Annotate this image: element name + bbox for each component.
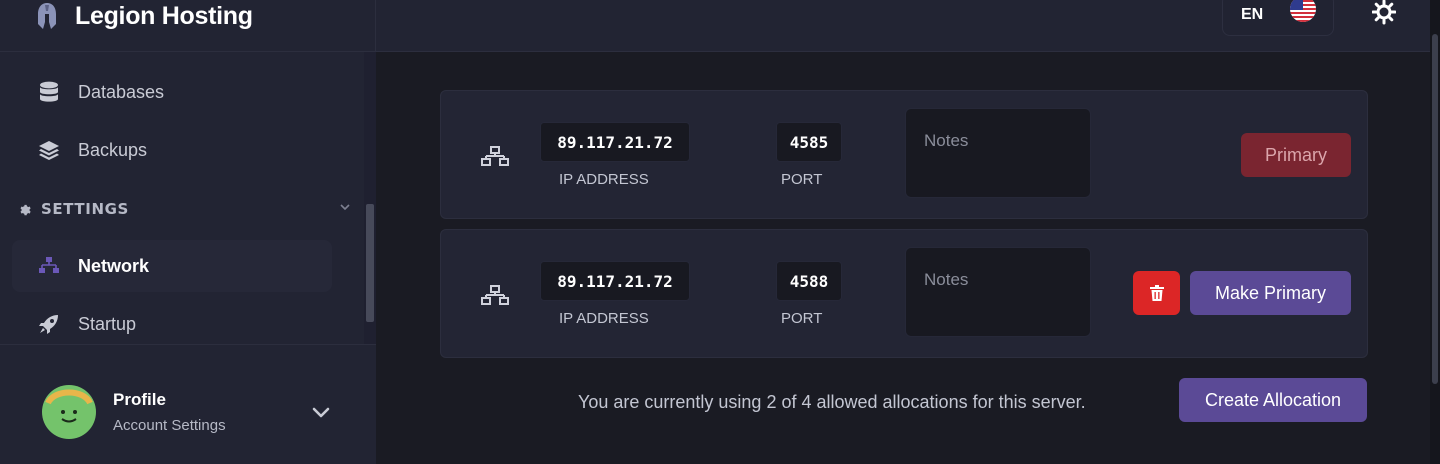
notes-field[interactable]: Notes (905, 108, 1091, 198)
network-icon (481, 146, 509, 166)
port-label: PORT (781, 310, 823, 327)
sidebar-item-databases[interactable]: Databases (12, 66, 332, 118)
sidebar-item-startup[interactable]: Startup (12, 298, 332, 350)
language-selector[interactable]: EN (1222, 0, 1334, 36)
trash-icon (1149, 285, 1164, 301)
sidebar-scrollbar[interactable] (364, 52, 376, 344)
delete-allocation-button[interactable] (1133, 271, 1180, 315)
chevron-down-icon (340, 204, 350, 211)
port-value[interactable]: 4588 (776, 261, 842, 301)
profile-subtitle: Account Settings (113, 417, 226, 434)
database-icon (38, 81, 60, 103)
smiley-avatar-icon (45, 389, 93, 423)
avatar[interactable] (42, 385, 96, 439)
brand-header: Legion Hosting (0, 0, 376, 52)
settings-section-toggle[interactable]: SETTINGS (18, 196, 358, 222)
network-icon (38, 255, 60, 277)
sidebar-item-label: Backups (78, 139, 148, 160)
sidebar: Legion Hosting Databases Backups SETTING… (0, 0, 376, 464)
notes-field[interactable]: Notes (905, 247, 1091, 337)
network-icon (481, 285, 509, 305)
port-value[interactable]: 4585 (776, 122, 842, 162)
profile-name: Profile (113, 390, 166, 409)
topbar: EN (376, 0, 1430, 52)
brand-name[interactable]: Legion Hosting (75, 0, 253, 32)
allocation-card: 89.117.21.72 IP ADDRESS 4585 PORT Notes … (440, 90, 1368, 219)
section-label: SETTINGS (41, 200, 129, 218)
us-flag-icon (1290, 0, 1316, 22)
gear-icon[interactable] (1372, 0, 1396, 26)
rocket-icon (38, 313, 60, 335)
primary-button[interactable]: Primary (1241, 133, 1351, 177)
sidebar-item-backups[interactable]: Backups (12, 124, 332, 176)
ip-address-value[interactable]: 89.117.21.72 (540, 261, 690, 301)
port-label: PORT (781, 171, 823, 188)
ip-address-label: IP ADDRESS (559, 310, 649, 327)
sidebar-item-label: Databases (78, 81, 165, 102)
allocation-usage-text: You are currently using 2 of 4 allowed a… (578, 392, 1086, 412)
app-root: Legion Hosting Databases Backups SETTING… (0, 0, 1440, 464)
ip-address-label: IP ADDRESS (559, 171, 649, 188)
page-scrollbar[interactable] (1430, 0, 1440, 464)
profile-section[interactable]: Profile Account Settings (0, 344, 376, 464)
gear-icon (20, 204, 31, 215)
sidebar-item-label: Network (78, 255, 150, 276)
sidebar-item-network[interactable]: Network (12, 240, 332, 292)
make-primary-button[interactable]: Make Primary (1190, 271, 1351, 315)
chevron-down-icon[interactable] (310, 401, 332, 423)
ip-address-value[interactable]: 89.117.21.72 (540, 122, 690, 162)
allocation-card: 89.117.21.72 IP ADDRESS 4588 PORT Notes … (440, 229, 1368, 358)
sidebar-scrollbar-thumb[interactable] (366, 204, 374, 322)
layers-icon (38, 139, 60, 161)
language-code: EN (1241, 6, 1264, 23)
page-scrollbar-thumb[interactable] (1432, 34, 1438, 384)
sidebar-item-label: Startup (78, 313, 137, 334)
create-allocation-button[interactable]: Create Allocation (1179, 378, 1367, 422)
spartan-helmet-icon (38, 3, 56, 29)
